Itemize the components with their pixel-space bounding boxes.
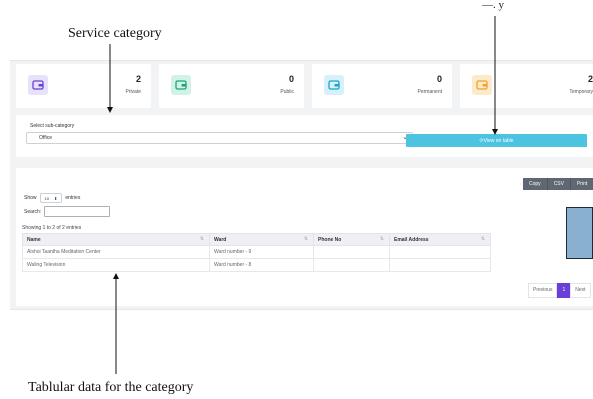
table-search: Search: <box>24 206 111 217</box>
blue-placeholder-block <box>566 207 593 259</box>
stat-label: Public <box>280 89 294 95</box>
column-header-phone[interactable]: Phone No ⇅ <box>313 233 390 246</box>
stat-value: 0 <box>288 74 294 84</box>
stat-label: Private <box>125 89 141 95</box>
cell-name: Waling Television <box>22 258 210 272</box>
sort-icon: ⇅ <box>303 236 308 242</box>
cell-phone <box>313 245 390 259</box>
wallet-icon <box>28 75 48 95</box>
column-header-label: Ward <box>214 236 227 243</box>
stat-card-temporary: 2 Temporary <box>460 64 593 108</box>
sort-icon: ⇅ <box>199 236 204 242</box>
sort-icon: ⇅ <box>379 236 384 242</box>
current-page-button[interactable]: 1 <box>557 283 571 298</box>
stat-value: 2 <box>587 74 593 84</box>
column-header-label: Phone No <box>318 236 342 243</box>
subcategory-label: Select sub-category <box>30 123 75 129</box>
sort-icon: ⇅ <box>480 236 485 242</box>
chevron-updown-icon: ⬍ <box>53 195 58 201</box>
export-buttons: Copy CSV Print <box>523 178 593 190</box>
wallet-icon <box>324 75 344 95</box>
pagination: Previous 1 Next <box>528 283 591 298</box>
cell-email <box>389 245 491 259</box>
page-size-control: Show 10 ⬍ entries <box>24 193 80 203</box>
entries-label: entries <box>65 195 81 201</box>
page-size-select[interactable]: 10 ⬍ <box>39 193 63 203</box>
column-header-label: Name <box>27 236 41 243</box>
column-header-name[interactable]: Name ⇅ <box>22 233 210 246</box>
view-on-table-button[interactable]: ⟳View on table <box>406 134 587 147</box>
cell-name: Alshoi Taantha Meditation Center <box>22 245 210 259</box>
stat-value: 0 <box>436 74 442 84</box>
annotation-service-category: Service category <box>68 26 162 41</box>
stat-card-private: 2 Private <box>16 64 151 108</box>
search-input[interactable] <box>44 206 111 217</box>
column-header-email[interactable]: Email Address ⇅ <box>389 233 491 246</box>
copy-button[interactable]: Copy <box>523 178 548 190</box>
search-label: Search: <box>24 208 42 215</box>
subcategory-select[interactable]: Office ⌄ <box>26 132 413 144</box>
table-row: Alshoi Taantha Meditation Center Ward nu… <box>22 245 491 259</box>
annotation-cropped-label: —. y <box>482 0 504 11</box>
column-header-label: Email Address <box>394 236 429 243</box>
subcategory-filter: Select sub-category Office ⌄ ⟳View on ta… <box>16 115 593 157</box>
subcategory-selected-value: Office <box>39 135 52 141</box>
csv-button[interactable]: CSV <box>547 178 571 190</box>
page-size-value: 10 <box>44 195 49 201</box>
annotation-tabular-data: Tablular data for the category <box>28 380 194 395</box>
wallet-icon <box>472 75 492 95</box>
cell-ward: Ward number - 9 <box>209 245 314 259</box>
column-header-ward[interactable]: Ward ⇅ <box>209 233 314 246</box>
cell-ward: Ward number - 8 <box>209 258 314 272</box>
cell-phone <box>313 258 390 272</box>
stat-label: Permanent <box>417 89 442 95</box>
stat-card-public: 0 Public <box>159 64 304 108</box>
category-table: Name ⇅ Ward ⇅ Phone No ⇅ Email Address ⇅ Als… <box>22 233 491 272</box>
stat-label: Temporary <box>569 89 593 95</box>
next-page-button[interactable]: Next <box>570 283 591 298</box>
table-row: Waling Television Ward number - 8 <box>22 258 491 272</box>
previous-page-button[interactable]: Previous <box>528 283 558 298</box>
table-info: Showing 1 to 2 of 2 entries <box>22 225 82 231</box>
table-header-row: Name ⇅ Ward ⇅ Phone No ⇅ Email Address ⇅ <box>22 233 491 246</box>
cell-email <box>389 258 491 272</box>
wallet-icon <box>171 75 191 95</box>
stat-value: 2 <box>135 74 141 84</box>
print-button[interactable]: Print <box>570 178 593 190</box>
stat-card-permanent: 0 Permanent <box>312 64 452 108</box>
show-label: Show <box>24 195 37 201</box>
